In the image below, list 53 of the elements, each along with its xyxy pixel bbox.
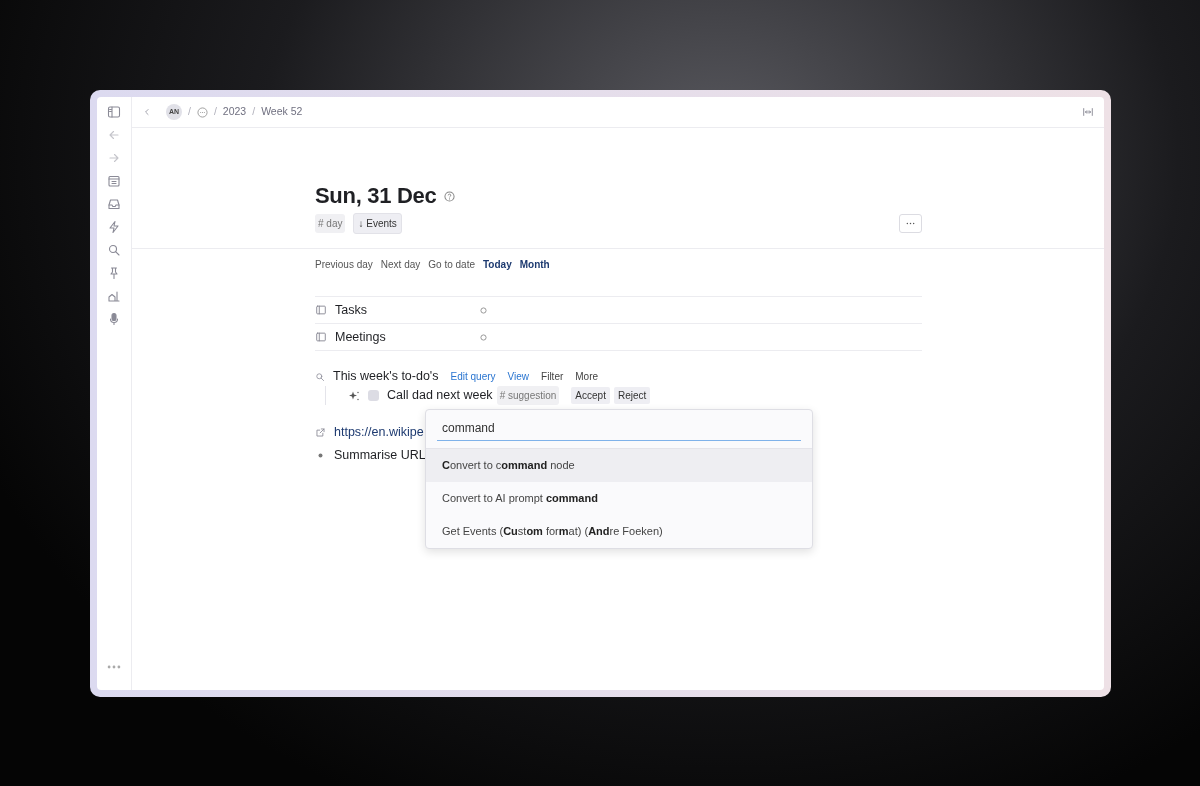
- command-option[interactable]: Convert to command node: [426, 449, 812, 482]
- panel-icon: [315, 331, 327, 344]
- microphone-icon[interactable]: [107, 312, 121, 326]
- tag[interactable]: # day: [315, 214, 346, 234]
- external-link-icon: [315, 427, 326, 439]
- chart-icon[interactable]: [107, 289, 121, 303]
- query-action[interactable]: Filter: [541, 369, 564, 385]
- command-option[interactable]: Convert to AI prompt command: [426, 482, 812, 515]
- page-title: Sun, 31 Dec: [315, 183, 437, 210]
- lightning-icon[interactable]: [107, 220, 121, 234]
- sidebar-toggle-icon[interactable]: [107, 105, 121, 119]
- events-button[interactable]: ↓ Events: [353, 213, 402, 235]
- breadcrumb-separator: /: [188, 104, 191, 120]
- nav-link[interactable]: Today: [483, 257, 512, 273]
- more-button[interactable]: [899, 214, 922, 234]
- calendar-icon[interactable]: [107, 174, 121, 188]
- nav-link[interactable]: Month: [519, 257, 550, 273]
- chevron-left-icon[interactable]: [142, 107, 152, 117]
- query-action[interactable]: More: [575, 369, 599, 385]
- search-icon[interactable]: [107, 243, 121, 257]
- help-icon[interactable]: [444, 190, 456, 202]
- more-icon: [906, 222, 915, 226]
- search-icon: [315, 371, 325, 382]
- checkbox[interactable]: [368, 390, 379, 402]
- breadcrumb-item[interactable]: 2023: [222, 104, 247, 120]
- sparkle-icon: [348, 389, 360, 402]
- suggestion-button[interactable]: Reject: [613, 387, 651, 405]
- forward-arrow-icon[interactable]: [107, 151, 121, 165]
- nav-link[interactable]: Go to date: [428, 257, 475, 273]
- nav-link[interactable]: Previous day: [315, 257, 373, 273]
- field-label: Meetings: [335, 329, 387, 346]
- query-title: This week's to-do's: [333, 368, 439, 386]
- todo-text: Call dad next week: [387, 387, 493, 405]
- query-action[interactable]: View: [507, 369, 530, 385]
- node-text: Summarise URL: [334, 447, 426, 465]
- breadcrumb-separator: /: [213, 104, 217, 120]
- empty-value-icon[interactable]: [480, 333, 487, 341]
- query-action[interactable]: Edit query: [450, 369, 496, 385]
- empty-value-icon[interactable]: [480, 306, 487, 314]
- command-option[interactable]: Get Events (Custom format) (Andre Foeken): [426, 515, 812, 548]
- inbox-icon[interactable]: [107, 197, 121, 211]
- back-arrow-icon[interactable]: [107, 128, 121, 142]
- nav-link[interactable]: Next day: [380, 257, 421, 273]
- breadcrumb-separator: /: [252, 104, 256, 120]
- search-input[interactable]: command: [437, 416, 801, 441]
- suggestion-button[interactable]: Accept: [571, 387, 610, 405]
- expand-width-icon[interactable]: [1082, 106, 1094, 118]
- breadcrumb-item[interactable]: Week 52: [261, 104, 303, 120]
- tag[interactable]: # suggestion: [496, 386, 560, 406]
- more-circle-icon[interactable]: [196, 106, 208, 118]
- panel-icon: [315, 304, 327, 317]
- field-label: Tasks: [335, 302, 368, 319]
- url-link[interactable]: https://en.wikipe: [334, 423, 424, 442]
